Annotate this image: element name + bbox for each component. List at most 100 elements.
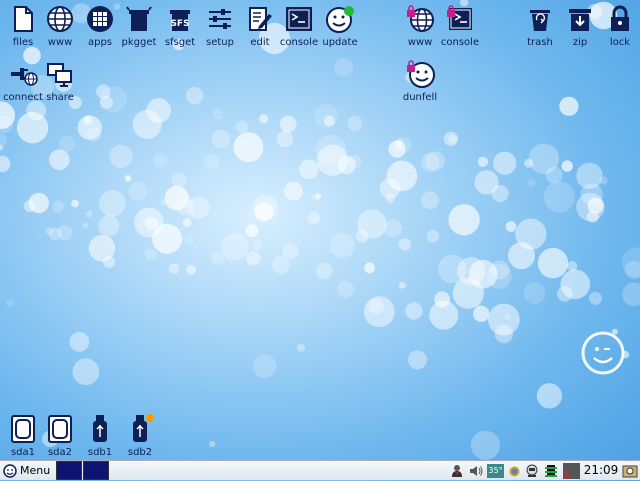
edit-pencil-icon: [249, 7, 272, 31]
bokeh-light: [272, 256, 290, 274]
bokeh-light: [307, 211, 321, 225]
bokeh-light: [311, 193, 319, 202]
bokeh-light: [468, 259, 498, 289]
drive-icon: [11, 415, 35, 443]
usb-drive-icon: [93, 415, 107, 442]
zip-download-icon: [569, 9, 591, 31]
bokeh-light: [385, 193, 396, 204]
bokeh-light: [421, 191, 440, 210]
bokeh-light: [398, 281, 406, 289]
bokeh-light: [100, 85, 127, 113]
robot-tray-icon[interactable]: [524, 462, 540, 480]
sliders-icon: [209, 9, 231, 29]
trash-icon: [530, 10, 550, 31]
desktop-icon-label: pkgget: [121, 37, 157, 48]
bokeh-light: [249, 255, 259, 266]
bokeh-light: [6, 299, 14, 308]
workspace-1[interactable]: [56, 461, 83, 480]
globe-icon: [47, 6, 73, 32]
bokeh-light: [559, 96, 579, 116]
bokeh-light: [543, 181, 576, 213]
desktop-icon-lock[interactable]: lock: [597, 4, 640, 54]
desktop-icon-share[interactable]: share: [37, 59, 83, 109]
drive-label: sdb1: [87, 447, 113, 458]
bokeh-light: [425, 151, 445, 171]
cpu-monitor-icon[interactable]: [543, 462, 559, 480]
bokeh-light: [132, 109, 162, 139]
desktop-icon-console[interactable]: console: [276, 4, 322, 54]
bokeh-light: [537, 247, 569, 279]
drive-icon: [48, 415, 72, 443]
desktop-icon-pkgget[interactable]: pkgget: [116, 4, 162, 54]
workspace-2[interactable]: [83, 461, 110, 480]
desktop-icon-label: trash: [527, 37, 553, 48]
bokeh-light: [477, 156, 489, 167]
smiley-update-icon: [326, 6, 354, 33]
drive-label: sda2: [47, 447, 73, 458]
bokeh-light: [254, 201, 274, 222]
bokeh-light: [71, 199, 79, 208]
bokeh-light: [493, 151, 517, 175]
desktop-icon-label: edit: [250, 37, 270, 48]
bokeh-light: [259, 114, 269, 124]
file-icon: [14, 6, 33, 32]
bokeh-light: [283, 181, 303, 201]
bokeh-light: [168, 263, 180, 275]
clock[interactable]: 21:09: [583, 461, 619, 479]
bokeh-light: [152, 223, 182, 254]
bokeh-light: [357, 209, 387, 239]
bokeh-light: [508, 242, 535, 270]
bokeh-light: [83, 115, 93, 125]
bokeh-light: [364, 262, 375, 274]
bokeh-light: [0, 155, 11, 173]
desktop-icon-console-locked[interactable]: console: [437, 4, 483, 54]
bokeh-light: [505, 221, 517, 232]
bokeh-light: [588, 291, 602, 305]
desktop-icon-dunfell[interactable]: dunfell: [397, 59, 443, 109]
bokeh-light: [448, 204, 480, 236]
bokeh-light: [182, 218, 192, 227]
bokeh-light: [473, 305, 490, 322]
bokeh-light: [128, 181, 148, 201]
temperature-value: 35°: [487, 464, 504, 478]
locked-terminal-icon: [447, 5, 472, 30]
bokeh-light: [72, 358, 100, 386]
menu-button[interactable]: Menu: [0, 461, 53, 481]
bokeh-light: [86, 210, 93, 218]
bokeh-light: [109, 144, 133, 169]
desktop-icon-update[interactable]: update: [317, 4, 363, 54]
bokeh-light: [443, 131, 459, 147]
bokeh-light: [185, 86, 204, 105]
bokeh-light: [314, 103, 339, 129]
volume-icon[interactable]: [468, 462, 484, 480]
user-tray-icon[interactable]: [450, 462, 464, 480]
memory-meter-icon: [562, 462, 581, 480]
desktop-icon-label: www: [47, 37, 73, 48]
bokeh-light: [561, 160, 573, 172]
bokeh-light: [296, 343, 306, 352]
bokeh-light: [576, 162, 603, 189]
desktop-icon-label: console: [279, 37, 319, 48]
bokeh-light: [69, 332, 90, 352]
bokeh-light: [567, 260, 578, 272]
bokeh-light: [23, 200, 36, 213]
bokeh-light: [235, 120, 249, 134]
bokeh-light: [171, 172, 187, 188]
bokeh-light: [144, 248, 157, 261]
bokeh-light: [337, 280, 354, 298]
padlock-icon: [611, 5, 629, 31]
bokeh-light: [82, 222, 89, 229]
bokeh-light: [176, 196, 195, 216]
bokeh-light: [536, 383, 563, 409]
network-connect-icon: [11, 68, 38, 86]
bokeh-light: [315, 262, 333, 280]
network-status-icon[interactable]: [507, 462, 521, 480]
drive-icon-sdb2[interactable]: sdb2: [117, 414, 163, 464]
quit-tray-icon[interactable]: [621, 462, 639, 480]
bokeh-light: [405, 302, 423, 320]
bokeh-light: [527, 178, 536, 187]
bokeh-light: [252, 240, 262, 251]
bokeh-light: [528, 143, 559, 174]
desktop-icon-label: sfsget: [164, 37, 196, 48]
desktop-wallpaper: [0, 0, 640, 460]
